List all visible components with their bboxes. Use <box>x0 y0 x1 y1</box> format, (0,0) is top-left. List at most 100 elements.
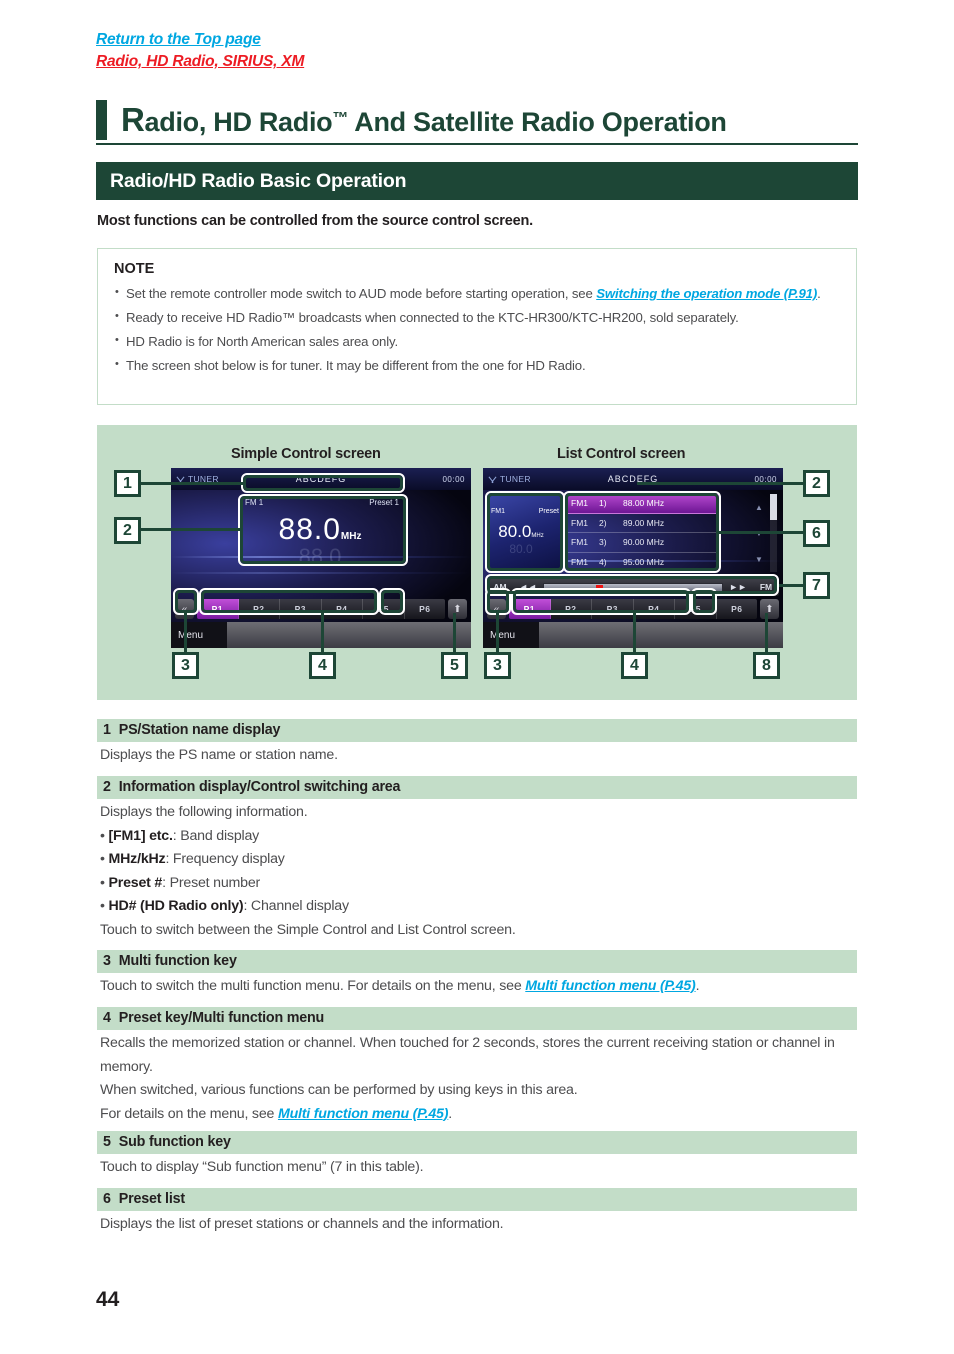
section-line-pre: For details on the menu, see <box>100 1105 278 1122</box>
page-number: 44 <box>96 1288 120 1311</box>
leader-line <box>321 613 324 653</box>
sub-function-key[interactable]: ⬆ <box>760 599 779 619</box>
section-line: Displays the list of preset stations or … <box>100 1216 504 1232</box>
note-item: HD Radio is for North American sales are… <box>114 331 840 351</box>
section-line: Touch to switch between the Simple Contr… <box>100 921 516 938</box>
background-streak <box>171 572 471 574</box>
page-title: Radio, HD Radio™ And Satellite Radio Ope… <box>107 100 727 141</box>
note-item-suffix: . <box>817 286 821 301</box>
chapter-accent-bar <box>96 100 107 140</box>
menu-tab[interactable]: Menu <box>171 622 227 648</box>
section-number: 4 <box>103 1010 111 1026</box>
leader-line <box>779 584 803 587</box>
highlight-preset-keys <box>201 590 377 613</box>
section-body-5: Touch to display “Sub function menu” (7 … <box>100 1156 858 1180</box>
section-number: 2 <box>103 779 111 795</box>
note-title: NOTE <box>114 261 155 277</box>
section-title: PS/Station name display <box>118 722 281 738</box>
section-bullet: • Preset #: Preset number <box>100 874 261 891</box>
section-title: Preset list <box>118 1191 185 1207</box>
chevron-up-icon[interactable]: ▲ <box>755 503 763 512</box>
section-bullet-term: MHz/kHz <box>108 851 166 867</box>
caption-list-control: List Control screen <box>557 446 686 462</box>
return-to-top-link[interactable]: Return to the Top page <box>96 30 261 50</box>
section-body-2: Displays the following information. • [F… <box>100 801 858 942</box>
section-header-4: 4 Preset key/Multi function menu <box>97 1007 857 1030</box>
highlight-ps-name <box>243 475 403 491</box>
callout-1: 1 <box>114 470 141 497</box>
section-line: Recalls the memorized station or channel… <box>100 1035 835 1075</box>
screen-title-bar: TUNER ABCDEFG 00:00 <box>483 468 783 490</box>
section-number: 1 <box>103 722 111 738</box>
section-header-6: 6 Preset list <box>97 1188 857 1211</box>
highlight-info-area <box>240 496 406 564</box>
preset-key-p6[interactable]: P6 <box>405 599 446 619</box>
section-number: 3 <box>103 953 111 969</box>
leader-line <box>141 528 242 531</box>
note-item: The screen shot below is for tuner. It m… <box>114 355 840 375</box>
highlight-sub-function-key <box>381 590 403 613</box>
section-title: Preset key/Multi function menu <box>118 1010 325 1026</box>
top-links: Return to the Top page Radio, HD Radio, … <box>96 30 304 72</box>
clock-display: 00:00 <box>442 474 465 484</box>
section-bullet-term: Preset # <box>108 874 163 891</box>
caption-simple-control: Simple Control screen <box>231 446 381 462</box>
highlight-preset-list <box>565 493 719 571</box>
section-line-suffix: . <box>448 1105 453 1122</box>
switching-operation-mode-link[interactable]: Switching the operation mode (P.91) <box>596 286 817 301</box>
section-line: Touch to display “Sub function menu” (7 … <box>100 1159 424 1175</box>
note-item-text: Set the remote controller mode switch to… <box>126 286 597 301</box>
section-line: Displays the following information. <box>100 804 308 820</box>
section-bullet: • HD# (HD Radio only): Channel display <box>100 898 349 914</box>
chevron-down-icon[interactable]: ▼ <box>755 555 763 564</box>
callout-4-simple: 4 <box>309 652 336 679</box>
section-title: Multi function key <box>118 953 237 969</box>
section-bullet-term: [FM1] etc. <box>108 827 173 844</box>
section-header-2: 2 Information display/Control switching a… <box>97 776 857 799</box>
leader-line <box>453 613 456 653</box>
section-bullet: • [FM1] etc.: Band display <box>100 827 260 844</box>
callout-3-list: 3 <box>484 652 511 679</box>
leader-line <box>719 531 803 534</box>
leader-line <box>633 613 636 653</box>
menu-tab[interactable]: Menu <box>483 622 539 648</box>
preset-key-p6[interactable]: P6 <box>717 599 758 619</box>
section-body-1: Displays the PS name or station name. <box>100 744 858 768</box>
section-line: Displays the PS name or station name. <box>100 747 338 763</box>
highlight-multi-function-key <box>487 590 509 613</box>
sub-function-key[interactable]: ⬆ <box>448 599 467 619</box>
section-line: For details on the menu, see Multi funct… <box>100 1103 858 1127</box>
chapter-rest: adio, HD Radio <box>144 107 333 137</box>
callout-7: 7 <box>803 572 830 599</box>
section-bullet: • MHz/kHz: Frequency display <box>100 851 285 867</box>
section-bullet-desc: : Preset number <box>162 874 261 891</box>
scrollbar-thumb[interactable] <box>770 494 777 520</box>
screens-figure: Simple Control screen List Control scree… <box>97 425 857 700</box>
callout-4-list: 4 <box>621 652 648 679</box>
section-line: Touch to switch the multi function menu.… <box>100 978 526 994</box>
leader-line <box>637 482 803 485</box>
section-title: Sub function key <box>118 1134 231 1150</box>
callout-2-list: 2 <box>803 470 830 497</box>
highlight-preset-keys <box>513 590 689 613</box>
section-line: When switched, various functions can be … <box>100 1082 578 1098</box>
leader-line <box>184 613 187 653</box>
callout-5: 5 <box>441 652 468 679</box>
section-line-suffix: . <box>695 978 700 994</box>
highlight-info-area <box>487 493 563 571</box>
leader-line <box>141 482 245 485</box>
section-bullet-desc: : Band display <box>172 827 260 844</box>
highlight-multi-function-key <box>175 590 197 613</box>
section-body-4: Recalls the memorized station or channel… <box>100 1032 858 1126</box>
trademark-symbol: ™ <box>332 110 349 127</box>
multi-function-menu-link[interactable]: Multi function menu (P.45) <box>525 978 696 994</box>
section-body-3: Touch to switch the multi function menu.… <box>100 975 858 999</box>
breadcrumb-link[interactable]: Radio, HD Radio, SIRIUS, XM <box>96 52 304 72</box>
multi-function-menu-link[interactable]: Multi function menu (P.45) <box>278 1106 449 1122</box>
callout-6: 6 <box>803 520 830 547</box>
note-item: Ready to receive HD Radio™ broadcasts wh… <box>114 307 840 327</box>
section-header-5: 5 Sub function key <box>97 1131 857 1154</box>
section-body-6: Displays the list of preset stations or … <box>100 1213 858 1237</box>
leader-line <box>765 613 768 653</box>
section-banner: Radio/HD Radio Basic Operation <box>96 162 858 200</box>
